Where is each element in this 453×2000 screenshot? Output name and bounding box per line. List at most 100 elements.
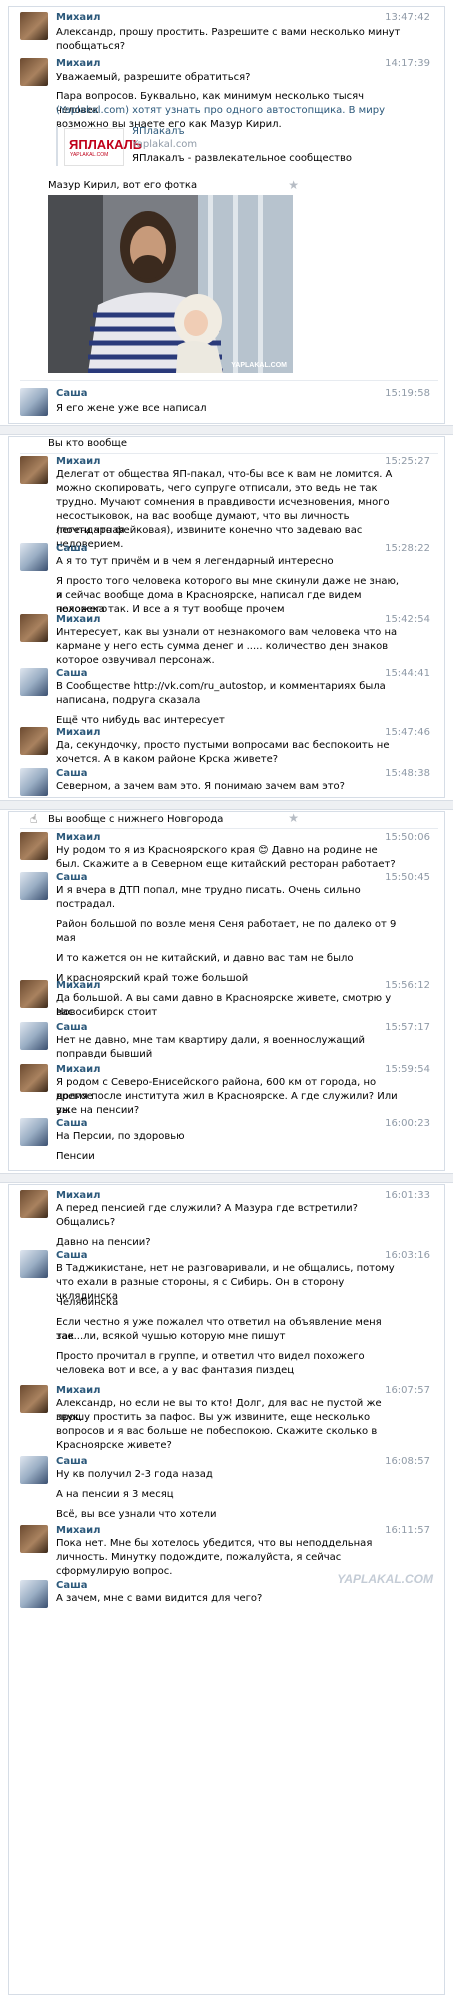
sender-name[interactable]: Саша xyxy=(56,1118,87,1129)
message-text: Делегат от общества ЯП-пакал, что-бы все… xyxy=(56,469,393,480)
message-time: 15:19:58 xyxy=(385,388,430,399)
avatar[interactable] xyxy=(20,668,48,696)
sender-name[interactable]: Саша xyxy=(56,1250,87,1261)
sender-name[interactable]: Михаил xyxy=(56,12,101,23)
message-time: 15:25:27 xyxy=(385,456,430,467)
message-text: И то кажется он не китайский, и давно ва… xyxy=(56,953,354,964)
sender-name[interactable]: Саша xyxy=(56,543,87,554)
card-title[interactable]: ЯПлакалъ xyxy=(132,126,185,137)
message-text: И я вчера в ДТП попал, мне трудно писать… xyxy=(56,885,361,896)
message-time: 15:42:54 xyxy=(385,614,430,625)
avatar[interactable] xyxy=(20,1580,48,1608)
message-text: Ну родом то я из Красноярского края 😊 Да… xyxy=(56,845,378,856)
avatar[interactable] xyxy=(20,12,48,40)
intro-text: Вы кто вообще xyxy=(48,438,127,449)
star-icon[interactable]: ★ xyxy=(288,811,299,825)
star-icon[interactable]: ★ xyxy=(288,178,299,192)
card-domain: Yaplakal.com xyxy=(132,139,198,150)
sender-name[interactable]: Саша xyxy=(56,768,87,779)
watermark: YAPLAKAL.COM xyxy=(337,1572,433,1586)
sender-name[interactable]: Михаил xyxy=(56,727,101,738)
avatar[interactable] xyxy=(20,388,48,416)
message-text: Пока нет. Мне бы хотелось убедится, что … xyxy=(56,1538,373,1549)
avatar[interactable] xyxy=(20,543,48,571)
avatar[interactable] xyxy=(20,872,48,900)
message-text: Ещё что нибудь вас интересует xyxy=(56,715,225,726)
message-text: мая xyxy=(56,933,76,944)
sender-name[interactable]: Михаил xyxy=(56,1385,101,1396)
sender-name[interactable]: Саша xyxy=(56,1580,87,1591)
message-text: Северном, а зачем вам это. Я понимаю зач… xyxy=(56,781,345,792)
avatar[interactable] xyxy=(20,1064,48,1092)
link-yaplakal[interactable]: (Yaplakal.com) хотят узнать про одного а… xyxy=(56,105,385,116)
message-time: 14:17:39 xyxy=(385,58,430,69)
message-text: Новосибирск стоит xyxy=(56,1007,158,1018)
message-text: Челябинска xyxy=(56,1297,119,1308)
avatar[interactable] xyxy=(20,1250,48,1278)
message-time: 16:00:23 xyxy=(385,1118,430,1129)
avatar[interactable] xyxy=(20,1118,48,1146)
avatar[interactable] xyxy=(20,614,48,642)
avatar[interactable] xyxy=(20,980,48,1008)
message-text: которое озвучивал персонаж. xyxy=(56,655,215,666)
message-time: 15:50:06 xyxy=(385,832,430,843)
message-text: А на пенсии я 3 месяц xyxy=(56,1489,174,1500)
avatar[interactable] xyxy=(20,727,48,755)
message-time: 16:07:57 xyxy=(385,1385,430,1396)
avatar[interactable] xyxy=(20,1385,48,1413)
message-text: На Персии, по здоровью xyxy=(56,1131,185,1142)
message-text: можно скопировать, чего супруге отписали… xyxy=(56,483,378,494)
avatar[interactable] xyxy=(20,768,48,796)
message-text: Всё, вы все узнали что хотели xyxy=(56,1509,217,1520)
message-text: был. Скажите а в Северном еще китайский … xyxy=(56,859,396,870)
sender-name[interactable]: Михаил xyxy=(56,832,101,843)
avatar[interactable] xyxy=(20,456,48,484)
section-gap xyxy=(0,1173,453,1183)
message-text: недоверием. xyxy=(56,539,124,550)
sender-name[interactable]: Михаил xyxy=(56,1190,101,1201)
avatar[interactable] xyxy=(20,1525,48,1553)
intro-text: Вы вообще с нижнего Новгорода xyxy=(48,814,224,825)
message-text: А перед пенсией где служили? А Мазура гд… xyxy=(56,1203,358,1214)
message-time: 15:48:38 xyxy=(385,768,430,779)
avatar[interactable] xyxy=(20,58,48,86)
message-time: 16:01:33 xyxy=(385,1190,430,1201)
message-text: (Yaplakal.com) хотят узнать про одного а… xyxy=(56,104,401,118)
sender-name[interactable]: Саша xyxy=(56,668,87,679)
avatar[interactable] xyxy=(20,1456,48,1484)
avatar[interactable] xyxy=(20,1190,48,1218)
section-gap xyxy=(0,425,453,435)
divider xyxy=(20,453,438,454)
photo-caption: Мазур Кирил, вот его фотка xyxy=(48,180,198,191)
message-text: Александр, прошу простить. Разрешите с в… xyxy=(56,27,401,38)
message-text: Пенсии xyxy=(56,1151,95,1162)
divider xyxy=(20,828,438,829)
message-text: хочется. А в каком районе Крска живете? xyxy=(56,754,279,765)
sender-name[interactable]: Саша xyxy=(56,1456,87,1467)
message-text: Интересует, как вы узнали от незнакомого… xyxy=(56,627,398,638)
sender-name[interactable]: Михаил xyxy=(56,1064,101,1075)
message-time: 15:59:54 xyxy=(385,1064,430,1075)
message-text: Район большой по возле меня Сеня работае… xyxy=(56,919,397,930)
avatar[interactable] xyxy=(20,1022,48,1050)
sender-name[interactable]: Саша xyxy=(56,1022,87,1033)
link-card[interactable]: ЯПЛАКАЛЬ YAPLAKAL.COM ЯПлакалъ Yaplakal.… xyxy=(56,126,356,166)
avatar[interactable] xyxy=(20,832,48,860)
divider xyxy=(20,380,438,381)
message-text: А зачем, мне с вами видится для чего? xyxy=(56,1593,263,1604)
sender-name[interactable]: Михаил xyxy=(56,456,101,467)
message-text: В Сообществе http://vk.com/ru_autostop, … xyxy=(56,681,386,692)
sender-name[interactable]: Михаил xyxy=(56,1525,101,1536)
message-text: вопросов и я вас больше не побеспокою. С… xyxy=(56,1426,378,1437)
sender-name[interactable]: Саша xyxy=(56,872,87,883)
sender-name[interactable]: Михаил xyxy=(56,58,101,69)
message-text: зае...ли, всякой чушью которую мне пишут xyxy=(56,1331,286,1342)
sender-name[interactable]: Михаил xyxy=(56,614,101,625)
sender-name[interactable]: Михаил xyxy=(56,980,101,991)
yaplakal-logo: ЯПЛАКАЛЬ YAPLAKAL.COM xyxy=(64,128,142,166)
attached-photo[interactable]: YAPLAKAL.COM xyxy=(48,195,293,373)
message-text: кармане у него есть сумма денег и ..... … xyxy=(56,641,389,652)
sender-name[interactable]: Саша xyxy=(56,388,87,399)
message-text: пообщаться? xyxy=(56,41,126,52)
message-text: трудно. Мучают сомнения в правдивости ис… xyxy=(56,497,390,508)
